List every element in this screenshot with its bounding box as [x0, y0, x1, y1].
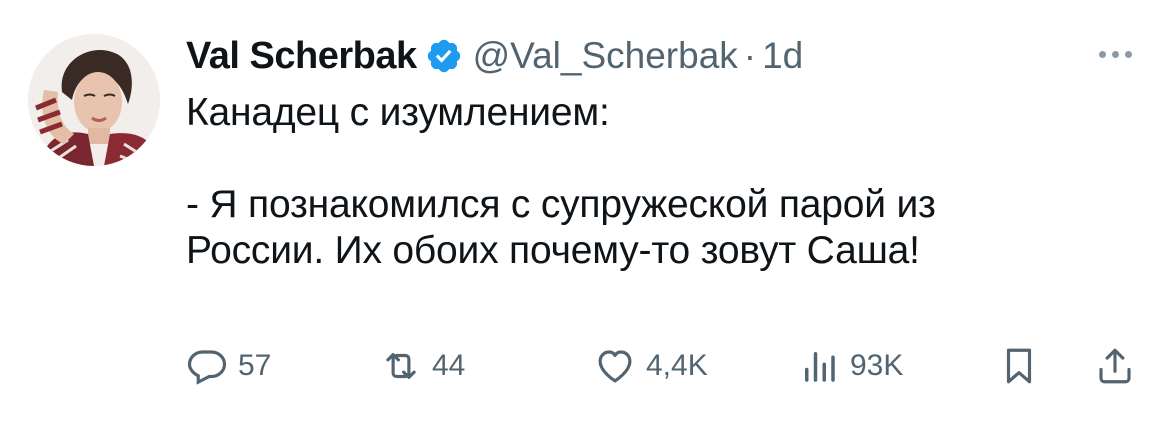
share-button[interactable]: [1094, 343, 1136, 389]
retweet-icon: [386, 353, 416, 379]
bookmark-icon: [1006, 348, 1032, 384]
like-button[interactable]: 4,4K: [594, 343, 708, 389]
retweet-count: 44: [432, 349, 466, 382]
tweet-line: Канадец с изумлением:: [186, 91, 610, 134]
more-icon[interactable]: [1090, 44, 1140, 64]
bookmark-button[interactable]: [998, 343, 1040, 389]
retweet-button[interactable]: 44: [380, 343, 465, 389]
author-name[interactable]: Val Scherbak: [186, 35, 417, 78]
tweet: Val Scherbak @Val_Scherbak · 1d Канадец …: [0, 0, 1170, 421]
views-button[interactable]: 93K: [798, 343, 903, 389]
tweet-line: - Я познакомился с супружеской парой из: [186, 183, 936, 226]
reply-icon: [187, 350, 227, 385]
tweet-actions: 57 44 4,4K 93K: [186, 343, 1146, 389]
like-count: 4,4K: [646, 349, 708, 382]
share-icon: [1099, 348, 1131, 384]
tweet-line: России. Их обоих почему-то зовут Саша!: [186, 229, 920, 272]
reply-count: 57: [238, 349, 272, 382]
views-icon: [805, 352, 835, 382]
tweet-time[interactable]: 1d: [762, 35, 803, 77]
views-count: 93K: [850, 349, 904, 382]
reply-button[interactable]: 57: [186, 343, 271, 389]
tweet-text: Канадец с изумлением: - Я познакомился с…: [186, 90, 1126, 274]
tweet-header: Val Scherbak @Val_Scherbak · 1d: [186, 34, 803, 78]
like-icon: [598, 350, 632, 383]
author-handle[interactable]: @Val_Scherbak: [473, 35, 738, 77]
separator-dot: ·: [743, 35, 757, 76]
verified-badge-icon: [425, 37, 463, 75]
avatar[interactable]: [28, 34, 160, 166]
